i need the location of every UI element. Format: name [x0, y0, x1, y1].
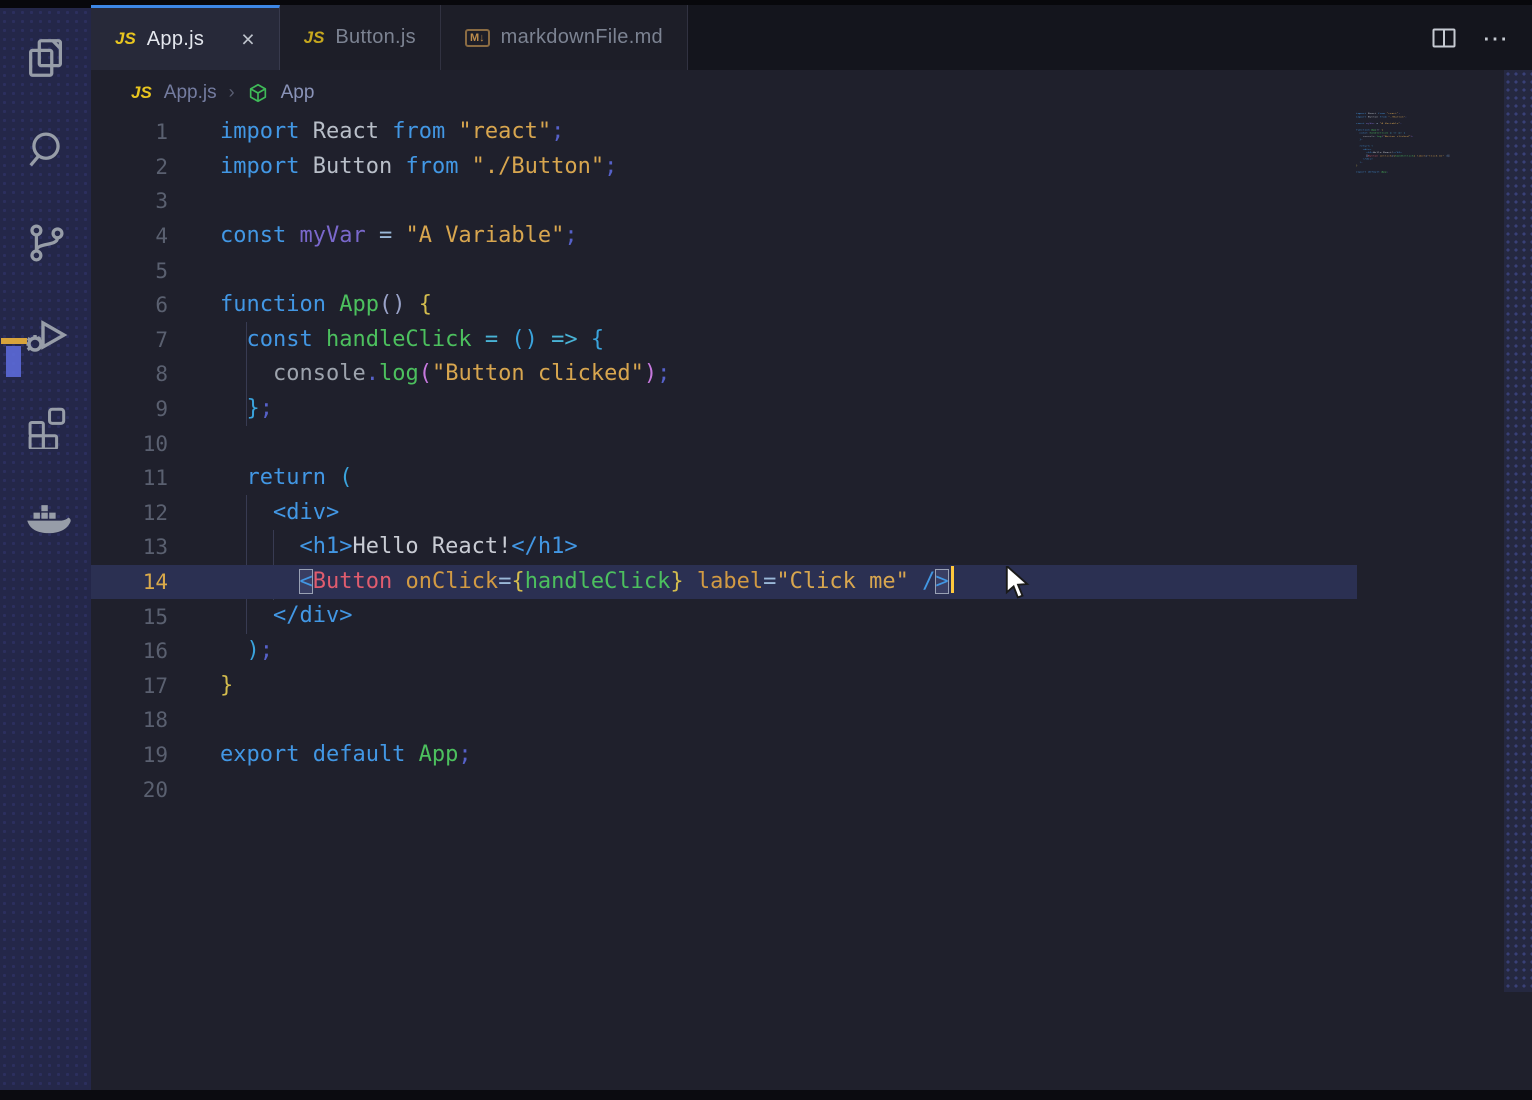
tab-Button.js[interactable]: JS Button.js [279, 5, 441, 70]
overview-ruler-marker [1, 338, 27, 344]
breadcrumb: JS App.js › App [91, 70, 314, 115]
code-line-2[interactable]: 2 import Button from "./Button"; [91, 150, 1532, 185]
tab-markdownFile.md[interactable]: M↓ markdownFile.md [440, 5, 688, 70]
split-editor-icon[interactable] [1432, 28, 1456, 48]
line-content: import React from "react"; [220, 119, 565, 144]
line-content: function App() { [220, 291, 432, 317]
tab-label: markdownFile.md [500, 26, 663, 48]
line-number: 11 [142, 466, 168, 491]
tab-close-icon[interactable]: × [241, 27, 254, 51]
code-line-12[interactable]: 12 <div> [91, 496, 1532, 531]
code-line-5[interactable]: 5 [91, 253, 1532, 288]
activity-bar-item-source-control-icon[interactable] [16, 214, 76, 274]
line-number: 17 [142, 673, 168, 698]
tab-App.js[interactable]: JS App.js × [91, 5, 280, 70]
code-line-16[interactable]: 16 ); [91, 634, 1532, 669]
docker-icon [21, 493, 71, 548]
minimap[interactable]: import React from "react"; import Button … [1356, 112, 1466, 192]
line-number: 8 [155, 362, 168, 387]
breadcrumb-file[interactable]: App.js [164, 82, 217, 104]
line-content: }; [220, 395, 273, 421]
activity-bar-item-files-icon[interactable] [16, 30, 76, 90]
files-icon [23, 35, 69, 86]
code-line-7[interactable]: 7 const handleClick = () => { [91, 323, 1532, 358]
line-content: const handleClick = () => { [220, 326, 605, 352]
line-number: 18 [142, 708, 168, 733]
activity-bar-item-search-icon[interactable] [16, 122, 76, 182]
code-line-8[interactable]: 8 console.log("Button clicked"); [91, 357, 1532, 392]
text-caret [950, 566, 954, 594]
code-line-20[interactable]: 20 [91, 772, 1532, 807]
code-line-10[interactable]: 10 [91, 426, 1532, 461]
js-file-icon: JS [115, 29, 136, 48]
line-content: return ( [220, 464, 353, 490]
scrollbar-thumb[interactable] [6, 346, 21, 377]
line-number: 4 [155, 224, 168, 249]
code-line-4[interactable]: 4 const myVar = "A Variable"; [91, 219, 1532, 254]
activity-bar [0, 8, 91, 1090]
breadcrumb-file-icon: JS [131, 82, 152, 102]
line-content: <Button onClick={handleClick} label="Cli… [220, 565, 954, 600]
code-line-15[interactable]: 15 </div> [91, 599, 1532, 634]
tab-label: App.js [146, 27, 205, 50]
extensions-icon [23, 403, 69, 454]
line-content: console.log("Button clicked"); [220, 361, 671, 387]
scrollbar-track[interactable] [1504, 70, 1532, 992]
line-number: 16 [142, 639, 168, 664]
line-content: const myVar = "A Variable"; [220, 222, 578, 248]
line-number: 20 [142, 777, 168, 802]
line-content: import Button from "./Button"; [220, 153, 618, 179]
line-number: 9 [155, 397, 168, 422]
search-icon [23, 127, 69, 178]
code-line-14[interactable]: 14 <Button onClick={handleClick} label="… [91, 564, 1532, 600]
line-number: 2 [155, 154, 168, 179]
code-line-17[interactable]: 17} [91, 669, 1532, 704]
js-file-icon: JS [303, 27, 325, 47]
code-line-11[interactable]: 11 return ( [91, 461, 1532, 496]
line-content: ); [220, 637, 273, 663]
code-line-13[interactable]: 13 <h1>Hello React!</h1> [91, 530, 1532, 565]
line-number: 10 [142, 431, 168, 456]
code-line-19[interactable]: 19 export default App; [91, 738, 1532, 773]
line-number: 5 [155, 258, 168, 283]
code-line-9[interactable]: 9 }; [91, 392, 1532, 427]
line-content: export default App; [220, 741, 472, 767]
line-content: <div> [220, 499, 340, 525]
line-number: 6 [155, 293, 168, 318]
symbol-cube-icon [247, 82, 269, 104]
debug-icon [22, 310, 70, 363]
line-content: } [220, 672, 234, 698]
markdown-file-icon: M↓ [464, 28, 490, 47]
breadcrumb-separator-icon: › [228, 82, 235, 102]
code-editor[interactable]: 1 import React from "react"; 2 import Butto… [91, 115, 1532, 815]
window-bottom-edge [0, 1090, 1532, 1100]
line-content: <h1>Hello React!</h1> [220, 534, 578, 560]
line-number: 14 [142, 570, 168, 595]
code-line-1[interactable]: 1 import React from "react"; [91, 115, 1532, 150]
activity-bar-item-debug-icon[interactable] [16, 306, 76, 366]
line-number: 12 [142, 500, 168, 525]
editor-tab-bar: JS App.js × JS Button.js M↓ markdownFile.md ⋯ [91, 5, 1532, 70]
line-content: </div> [220, 603, 353, 629]
line-number: 7 [155, 327, 168, 352]
line-number: 3 [155, 189, 168, 214]
line-number: 1 [155, 120, 168, 145]
line-number: 19 [142, 742, 168, 767]
source-control-icon [23, 219, 69, 270]
tab-label: Button.js [335, 26, 416, 48]
breadcrumb-symbol[interactable]: App [281, 82, 315, 104]
code-line-18[interactable]: 18 [91, 703, 1532, 738]
code-line-3[interactable]: 3 [91, 184, 1532, 219]
code-line-6[interactable]: 6 function App() { [91, 288, 1532, 323]
line-number: 15 [142, 604, 168, 629]
activity-bar-item-extensions-icon[interactable] [16, 398, 76, 458]
activity-bar-item-docker-icon[interactable] [16, 490, 76, 550]
line-number: 13 [142, 535, 168, 560]
